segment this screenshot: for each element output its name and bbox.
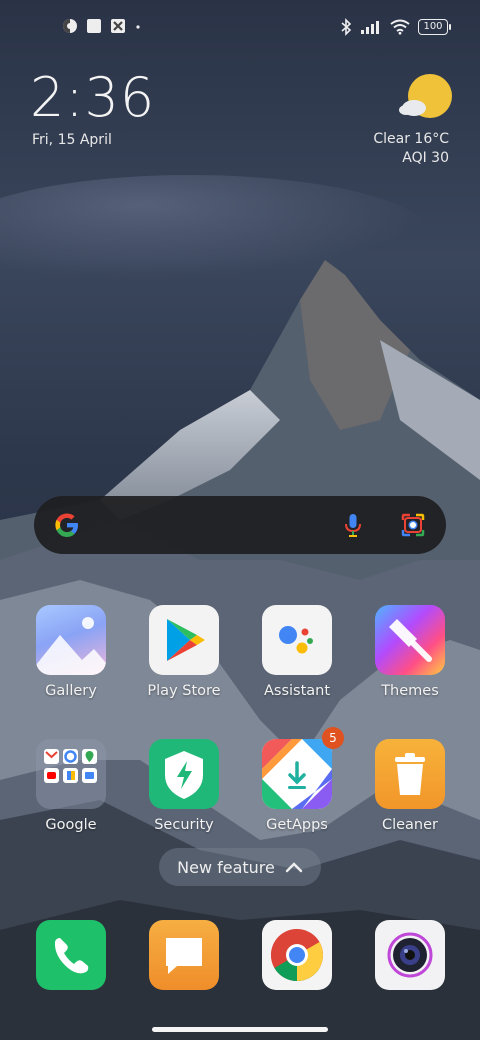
assistant-icon bbox=[262, 605, 332, 675]
app-label: GetApps bbox=[266, 817, 328, 833]
camera-icon bbox=[375, 920, 445, 990]
gesture-nav-bar[interactable] bbox=[152, 1027, 328, 1032]
google-search-bar[interactable] bbox=[34, 496, 446, 554]
chrome-icon bbox=[262, 920, 332, 990]
getapps-icon bbox=[262, 739, 332, 809]
square-notification-icon bbox=[87, 19, 101, 33]
data-saver-icon bbox=[63, 19, 77, 33]
mic-icon[interactable] bbox=[338, 510, 368, 540]
wifi-icon bbox=[390, 19, 410, 35]
status-bar: 100 bbox=[0, 0, 480, 56]
dock-camera[interactable] bbox=[355, 920, 465, 990]
app-label: Security bbox=[154, 817, 214, 833]
dock-phone[interactable] bbox=[16, 920, 126, 990]
weather-aqi[interactable]: AQI 30 bbox=[402, 150, 449, 166]
play-store-icon bbox=[149, 605, 219, 675]
app-label: Gallery bbox=[45, 683, 97, 699]
app-label: Play Store bbox=[147, 683, 221, 699]
cleaner-icon bbox=[375, 739, 445, 809]
app-notification-icon bbox=[111, 19, 125, 33]
new-feature-label: New feature bbox=[177, 857, 275, 877]
gallery-icon bbox=[36, 605, 106, 675]
phone-icon bbox=[36, 920, 106, 990]
clock-time[interactable]: 2:36 bbox=[30, 66, 155, 129]
app-label: Cleaner bbox=[381, 817, 439, 833]
sun-cloud-icon[interactable] bbox=[398, 72, 452, 122]
dock-chrome[interactable] bbox=[242, 920, 352, 990]
chevron-up-icon bbox=[285, 862, 303, 873]
new-feature-button[interactable]: New feature bbox=[159, 848, 321, 886]
app-cleaner[interactable]: Cleaner bbox=[355, 739, 465, 833]
notification-badge: 5 bbox=[322, 727, 344, 749]
app-gallery[interactable]: Gallery bbox=[16, 605, 126, 699]
app-security[interactable]: Security bbox=[129, 739, 239, 833]
status-left bbox=[62, 18, 142, 34]
battery-icon: 100 bbox=[418, 19, 451, 35]
app-getapps[interactable]: 5 GetApps bbox=[242, 727, 352, 833]
app-label: Google bbox=[45, 817, 97, 833]
signal-icon bbox=[361, 21, 379, 34]
app-assistant[interactable]: Assistant bbox=[242, 605, 352, 699]
clock-date[interactable]: Fri, 15 April bbox=[32, 132, 112, 148]
lens-icon[interactable] bbox=[398, 510, 428, 540]
security-icon bbox=[149, 739, 219, 809]
app-label: Themes bbox=[381, 683, 439, 699]
messages-icon bbox=[149, 920, 219, 990]
dock-messages[interactable] bbox=[129, 920, 239, 990]
google-folder-icon bbox=[36, 739, 106, 809]
google-g-icon bbox=[55, 513, 78, 537]
status-right: 100 bbox=[340, 18, 451, 36]
app-folder-google[interactable]: Google bbox=[16, 739, 126, 833]
bluetooth-icon bbox=[341, 18, 352, 36]
dot-icon bbox=[136, 25, 140, 29]
app-play-store[interactable]: Play Store bbox=[129, 605, 239, 699]
themes-icon bbox=[375, 605, 445, 675]
app-label: Assistant bbox=[263, 683, 331, 699]
weather-condition[interactable]: Clear 16°C bbox=[373, 131, 449, 147]
app-themes[interactable]: Themes bbox=[355, 605, 465, 699]
